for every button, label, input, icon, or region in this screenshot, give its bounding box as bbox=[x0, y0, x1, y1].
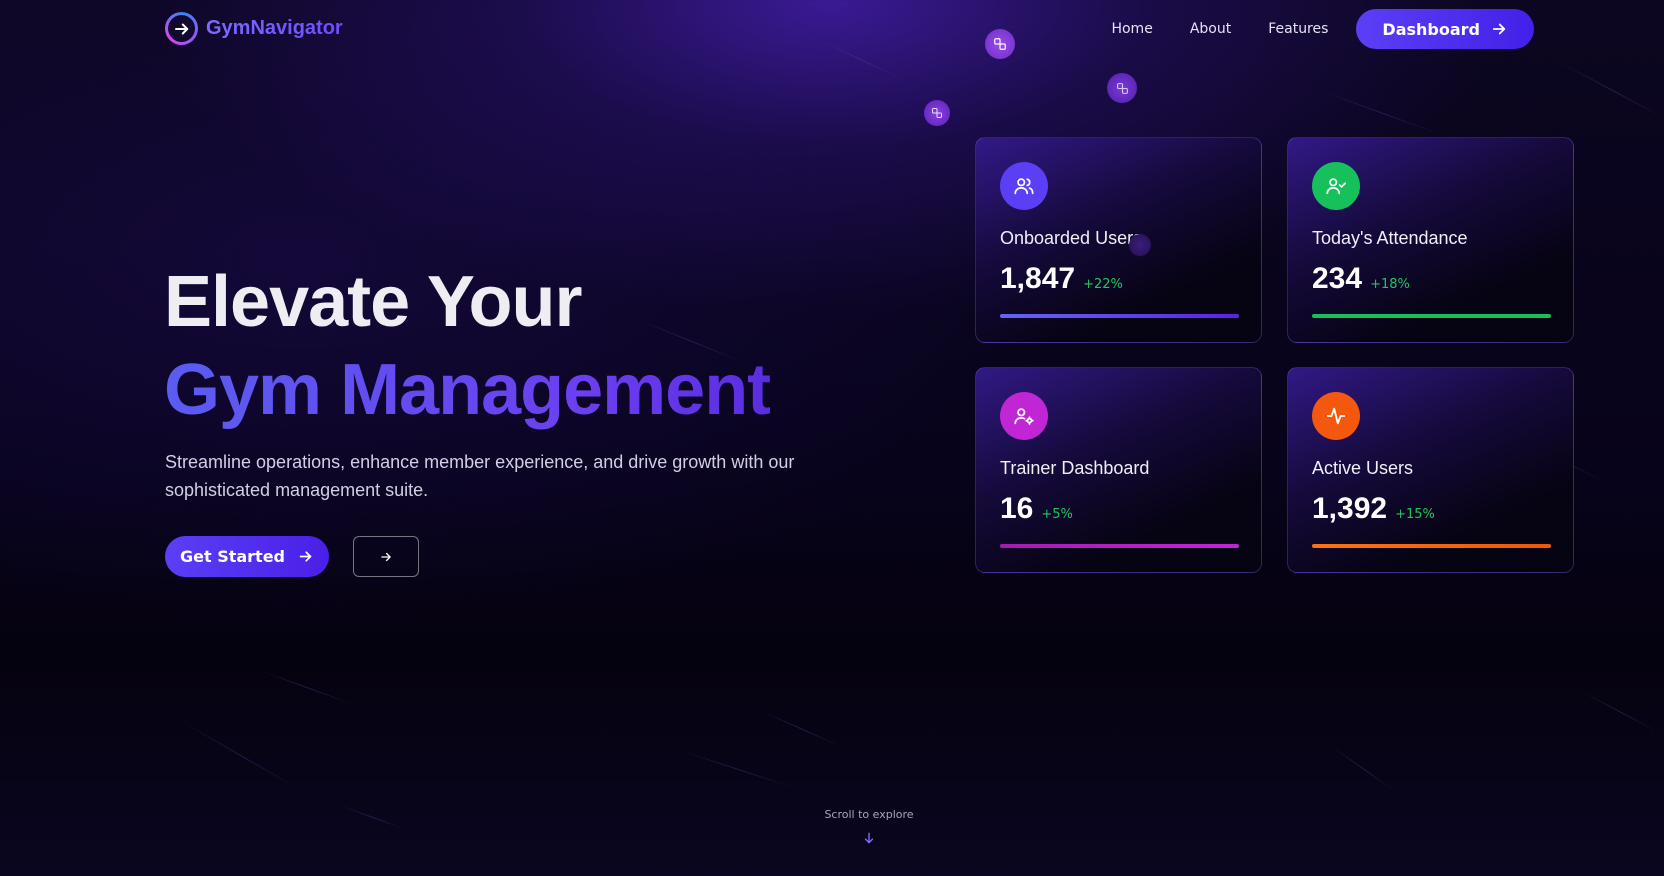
nav-link-about[interactable]: About bbox=[1190, 21, 1231, 37]
floating-bubble bbox=[1107, 73, 1137, 103]
link-icon bbox=[932, 108, 942, 118]
link-icon bbox=[1116, 82, 1128, 94]
brand-name: GymNavigator bbox=[206, 17, 343, 39]
brand-logo[interactable]: GymNavigator bbox=[165, 12, 343, 45]
stat-progress-bar bbox=[1312, 314, 1551, 318]
stat-label: Onboarded Users bbox=[1000, 228, 1143, 248]
secondary-arrow-button[interactable] bbox=[353, 536, 419, 577]
hero-title: Elevate Your Gym Management bbox=[164, 258, 771, 434]
top-navbar: GymNavigator Home About Features Dashboa… bbox=[0, 0, 1664, 58]
logo-icon bbox=[165, 12, 198, 45]
stat-value: 16 bbox=[1000, 492, 1034, 525]
stat-card-onboarded-users[interactable]: Onboarded Users 1,847 +22% bbox=[975, 137, 1262, 343]
hero-title-line2: Gym Management bbox=[164, 346, 771, 434]
arrow-right-icon bbox=[299, 551, 312, 562]
user-check-icon bbox=[1312, 162, 1360, 210]
arrow-right-icon bbox=[1492, 23, 1506, 35]
nav-link-home[interactable]: Home bbox=[1111, 21, 1152, 37]
stat-progress-bar bbox=[1312, 544, 1551, 548]
scroll-hint: Scroll to explore bbox=[824, 808, 914, 821]
activity-icon bbox=[1312, 392, 1360, 440]
stat-value: 1,392 bbox=[1312, 492, 1388, 525]
stat-change: +15% bbox=[1395, 507, 1435, 522]
stat-change: +18% bbox=[1370, 277, 1410, 292]
get-started-label: Get Started bbox=[179, 547, 285, 566]
stat-value: 234 bbox=[1312, 262, 1363, 295]
get-started-button[interactable]: Get Started bbox=[165, 536, 329, 577]
stat-label: Today's Attendance bbox=[1312, 228, 1468, 248]
arrow-right-icon bbox=[381, 552, 391, 561]
stat-value: 1,847 bbox=[1000, 262, 1076, 295]
hero-subtitle: Streamline operations, enhance member ex… bbox=[165, 452, 795, 500]
stat-progress-bar bbox=[1000, 544, 1239, 548]
stat-change: +22% bbox=[1083, 277, 1123, 292]
floating-bubble bbox=[1129, 234, 1151, 256]
stat-card-trainer-dashboard[interactable]: Trainer Dashboard 16 +5% bbox=[975, 367, 1262, 573]
stat-label: Active Users bbox=[1312, 458, 1414, 478]
users-icon bbox=[1000, 162, 1048, 210]
nav-link-features[interactable]: Features bbox=[1268, 21, 1328, 37]
nav-links: Home About Features Dashboard bbox=[1111, 9, 1534, 49]
stat-label: Trainer Dashboard bbox=[1000, 458, 1150, 478]
floating-bubble bbox=[924, 100, 950, 126]
stat-card-todays-attendance[interactable]: Today's Attendance 234 +18% bbox=[1287, 137, 1574, 343]
stat-change: +5% bbox=[1041, 507, 1073, 522]
user-cog-icon bbox=[1000, 392, 1048, 440]
dashboard-button-label: Dashboard bbox=[1382, 19, 1480, 39]
dashboard-button[interactable]: Dashboard bbox=[1356, 9, 1534, 49]
hero-title-line1: Elevate Your bbox=[164, 262, 583, 342]
stat-progress-bar bbox=[1000, 314, 1239, 318]
stat-card-active-users[interactable]: Active Users 1,392 +15% bbox=[1287, 367, 1574, 573]
arrow-down-icon[interactable] bbox=[862, 831, 876, 845]
